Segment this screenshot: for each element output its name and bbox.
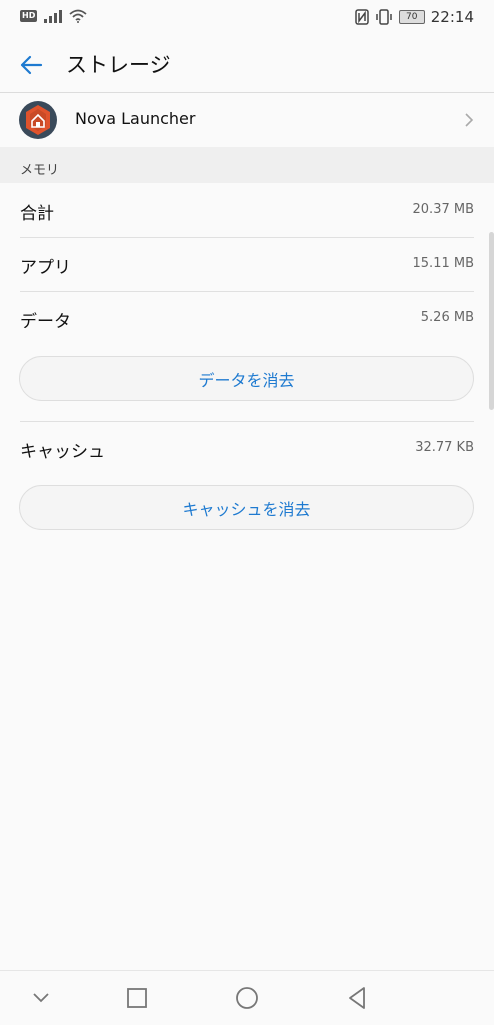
row-label-apps: アプリ bbox=[20, 258, 71, 278]
clock: 22:14 bbox=[430, 8, 474, 26]
row-value-data: 5.26 MB bbox=[420, 310, 474, 325]
clear-cache-button[interactable]: キャッシュを消去 bbox=[19, 485, 474, 530]
navigation-bar bbox=[0, 970, 494, 1025]
row-label-cache: キャッシュ bbox=[20, 442, 105, 462]
row-label-total: 合計 bbox=[20, 204, 54, 224]
app-name: Nova Launcher bbox=[75, 109, 196, 128]
chevron-right-icon bbox=[465, 113, 474, 127]
nav-recents-button[interactable] bbox=[122, 983, 152, 1013]
memory-total-row: 合計 20.37 MB bbox=[0, 184, 494, 238]
nav-home-button[interactable] bbox=[232, 983, 262, 1013]
nfc-icon bbox=[355, 9, 369, 25]
row-value-apps: 15.11 MB bbox=[412, 256, 474, 271]
status-left-group: HD bbox=[20, 9, 87, 23]
triangle-back-icon bbox=[349, 987, 365, 1009]
row-label-data: データ bbox=[20, 312, 71, 332]
nav-hide-button[interactable] bbox=[26, 983, 56, 1013]
row-value-cache: 32.77 KB bbox=[415, 440, 474, 455]
arrow-left-icon bbox=[20, 55, 43, 75]
hd-indicator: HD bbox=[20, 10, 38, 22]
status-right-group: 70 22:14 bbox=[355, 8, 474, 26]
app-bar: ストレージ bbox=[0, 36, 494, 93]
wifi-icon bbox=[69, 9, 87, 23]
scroll-indicator[interactable] bbox=[489, 232, 494, 410]
signal-icon bbox=[44, 10, 63, 23]
vibrate-icon bbox=[376, 9, 392, 25]
memory-section-header: メモリ bbox=[0, 147, 494, 183]
app-info-row[interactable]: Nova Launcher bbox=[0, 93, 494, 147]
cache-row: キャッシュ 32.77 KB bbox=[0, 422, 494, 476]
page-title: ストレージ bbox=[66, 53, 171, 77]
status-bar: HD 70 22:14 bbox=[0, 0, 494, 36]
chevron-down-icon bbox=[33, 993, 49, 1003]
back-button[interactable] bbox=[16, 50, 46, 80]
nova-launcher-icon bbox=[19, 101, 57, 139]
circle-icon bbox=[236, 987, 258, 1009]
memory-apps-row: アプリ 15.11 MB bbox=[0, 238, 494, 292]
nav-back-button[interactable] bbox=[342, 983, 372, 1013]
memory-data-row: データ 5.26 MB bbox=[0, 292, 494, 346]
section-label-memory: メモリ bbox=[20, 163, 60, 178]
row-value-total: 20.37 MB bbox=[412, 202, 474, 217]
battery-level: 70 bbox=[406, 12, 418, 22]
square-icon bbox=[127, 988, 147, 1008]
battery-indicator: 70 bbox=[398, 10, 425, 24]
clear-data-button[interactable]: データを消去 bbox=[19, 356, 474, 401]
